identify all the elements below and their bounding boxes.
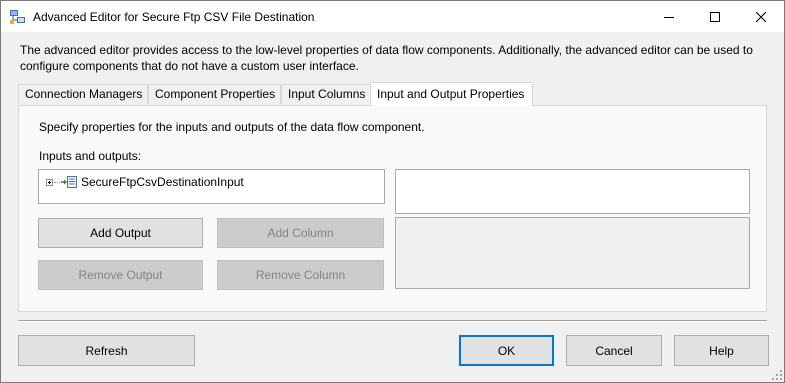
input-node-icon — [61, 176, 77, 188]
remove-column-button[interactable]: Remove Column — [217, 260, 384, 290]
help-button[interactable]: Help — [674, 335, 769, 366]
title-bar[interactable]: Advanced Editor for Secure Ftp CSV File … — [1, 1, 784, 32]
footer-separator — [18, 320, 767, 322]
inputs-outputs-label: Inputs and outputs: — [39, 149, 142, 163]
cancel-button[interactable]: Cancel — [566, 335, 662, 366]
property-description-area — [395, 217, 750, 289]
tab-component-properties[interactable]: Component Properties — [148, 84, 281, 104]
add-column-button[interactable]: Add Column — [217, 218, 384, 248]
minimize-button[interactable] — [646, 1, 692, 32]
maximize-button[interactable] — [692, 1, 738, 32]
window-title: Advanced Editor for Secure Ftp CSV File … — [33, 10, 315, 24]
remove-output-button[interactable]: Remove Output — [38, 260, 203, 290]
maximize-icon — [710, 11, 720, 22]
refresh-button[interactable]: Refresh — [18, 335, 195, 366]
tab-input-columns[interactable]: Input Columns — [281, 84, 371, 104]
tree-item[interactable]: SecureFtpCsvDestinationInput — [46, 174, 244, 190]
ok-button[interactable]: OK — [459, 335, 554, 366]
advanced-editor-dialog: Advanced Editor for Secure Ftp CSV File … — [0, 0, 785, 383]
ssis-component-icon — [10, 10, 25, 24]
tree-connector — [54, 181, 60, 183]
tab-connection-managers[interactable]: Connection Managers — [18, 84, 148, 104]
editor-description: The advanced editor provides access to t… — [20, 43, 753, 73]
panel-description: Specify properties for the inputs and ou… — [39, 120, 425, 134]
close-button[interactable] — [738, 1, 784, 32]
minimize-icon — [664, 16, 674, 18]
tree-item-label: SecureFtpCsvDestinationInput — [81, 175, 244, 189]
resize-grip-icon[interactable] — [772, 370, 782, 380]
inputs-outputs-tree[interactable]: SecureFtpCsvDestinationInput — [38, 169, 385, 204]
expand-icon[interactable] — [46, 178, 53, 186]
add-output-button[interactable]: Add Output — [38, 218, 203, 248]
properties-grid[interactable] — [395, 169, 750, 214]
close-icon — [756, 11, 766, 22]
tab-input-output-properties[interactable]: Input and Output Properties — [370, 82, 533, 106]
